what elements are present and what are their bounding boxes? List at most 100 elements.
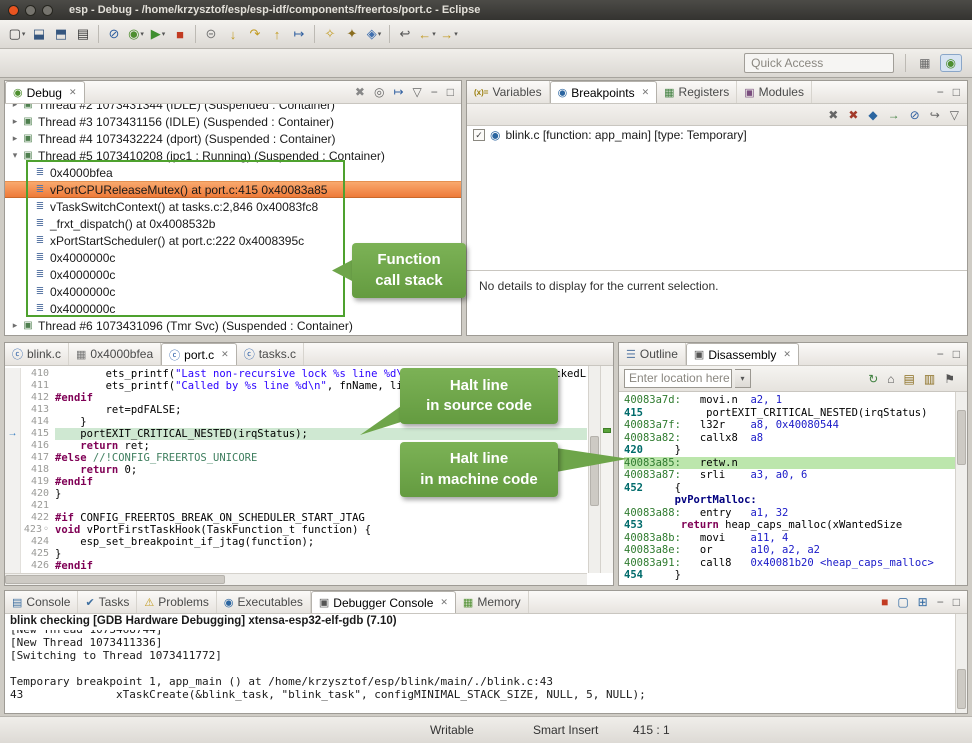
console-tab-executables[interactable]: ◉Executables: [217, 591, 311, 613]
editor-ruler-line[interactable]: [5, 560, 20, 572]
asm-line[interactable]: 415 portEXIT_CRITICAL_NESTED(irqStatus): [624, 407, 955, 420]
expander-icon[interactable]: ▸: [9, 116, 21, 127]
code-line[interactable]: }: [55, 548, 587, 560]
close-icon[interactable]: ✕: [69, 87, 77, 98]
view-menu-icon[interactable]: ▽: [948, 108, 961, 122]
scrollbar-thumb[interactable]: [5, 575, 225, 584]
toolbar-save-all-button[interactable]: ⬒: [50, 23, 72, 45]
location-input[interactable]: Enter location here: [624, 369, 732, 388]
go-to-pc-icon[interactable]: ⌂: [885, 372, 896, 386]
maximize-icon[interactable]: □: [445, 85, 456, 99]
toolbar-disconnect-button[interactable]: ⊝: [200, 23, 222, 45]
debug-tab-debug[interactable]: ◉Debug✕: [5, 81, 85, 103]
editor-ruler-line[interactable]: →: [5, 428, 20, 440]
console-tab-memory[interactable]: ▦Memory: [456, 591, 529, 613]
code-line[interactable]: [55, 500, 587, 512]
asm-line[interactable]: 40083a7d: movi.n a2, 1: [624, 394, 955, 407]
fold-marker-icon[interactable]: ◦: [43, 524, 49, 535]
console-scrollbar[interactable]: [955, 614, 967, 713]
toolbar-search-button[interactable]: ✦: [341, 23, 363, 45]
code-line[interactable]: #if CONFIG_FREERTOS_BREAK_ON_SCHEDULER_S…: [55, 512, 587, 524]
top-right-tab-modules[interactable]: ▣Modules: [737, 81, 812, 103]
remove-selected-breakpoint-icon[interactable]: ✖: [826, 108, 840, 122]
code-line[interactable]: portEXIT_CRITICAL_NESTED(irqStatus);: [55, 428, 587, 440]
annotation-ruler[interactable]: →: [5, 368, 21, 573]
close-icon[interactable]: ✕: [440, 597, 448, 608]
editor-ruler-line[interactable]: [5, 476, 20, 488]
display-selected-console-icon[interactable]: ▢: [895, 595, 910, 609]
expander-icon[interactable]: ▾: [9, 150, 21, 161]
asm-line[interactable]: 40083a85: retw.n: [624, 457, 955, 470]
editor-ruler-line[interactable]: [5, 368, 20, 380]
toolbar-new-button[interactable]: ▢▾: [6, 23, 28, 45]
editor-horizontal-scrollbar[interactable]: [5, 573, 587, 585]
close-icon[interactable]: ✕: [221, 349, 229, 360]
stack-frame-row[interactable]: ≣0x4000000c: [5, 300, 461, 317]
console-tab-problems[interactable]: ⚠Problems: [137, 591, 217, 613]
editor-ruler-line[interactable]: [5, 404, 20, 416]
show-breakpoints-supported-icon[interactable]: ◆: [866, 108, 879, 122]
skip-all-breakpoints-icon[interactable]: ⊘: [908, 108, 922, 122]
maximize-icon[interactable]: □: [951, 347, 962, 361]
disassembly-scrollbar[interactable]: [955, 392, 967, 585]
code-line[interactable]: #endif: [55, 560, 587, 572]
toolbar-external-tools-button[interactable]: ◈▾: [363, 23, 385, 45]
console-tab-debugger-console[interactable]: ▣Debugger Console✕: [311, 591, 456, 613]
breakpoint-item[interactable]: ✓◉blink.c [function: app_main] [type: Te…: [467, 126, 967, 144]
go-to-file-for-breakpoint-icon[interactable]: →: [886, 108, 902, 122]
stack-frame-row[interactable]: ≣vTaskSwitchContext() at tasks.c:2,846 0…: [5, 198, 461, 215]
window-close-button[interactable]: [8, 5, 19, 16]
toolbar-print-button[interactable]: ▤: [72, 23, 94, 45]
view-menu-icon[interactable]: ▽: [411, 85, 424, 99]
thread-row[interactable]: ▸▣Thread #6 1073431096 (Tmr Svc) (Suspen…: [5, 317, 461, 334]
refresh-view-icon[interactable]: ↻: [866, 372, 880, 386]
open-console-icon[interactable]: ⊞: [916, 595, 930, 609]
location-dropdown-button[interactable]: ▾: [735, 369, 751, 388]
top-right-tab-registers[interactable]: ▦Registers: [657, 81, 737, 103]
stack-frame-row[interactable]: ≣_frxt_dispatch() at 0x4008532b: [5, 215, 461, 232]
scrollbar-thumb[interactable]: [957, 410, 966, 465]
remove-all-terminated-icon[interactable]: ✖: [353, 85, 367, 99]
thread-row[interactable]: ▸▣Thread #4 1073432224 (dport) (Suspende…: [5, 130, 461, 147]
terminate-icon[interactable]: ■: [879, 595, 890, 609]
editor-ruler-line[interactable]: [5, 500, 20, 512]
close-icon[interactable]: ✕: [642, 87, 650, 98]
scrollbar-thumb[interactable]: [590, 436, 599, 506]
minimize-icon[interactable]: −: [935, 347, 946, 361]
toolbar-instruction-stepping-button[interactable]: ↦: [288, 23, 310, 45]
expander-icon[interactable]: ▸: [9, 320, 21, 331]
editor-ruler-line[interactable]: [5, 536, 20, 548]
overview-ruler[interactable]: [600, 366, 613, 573]
editor-tab-blink-c[interactable]: ⓒblink.c: [5, 343, 69, 365]
editor-tab-tasks-c[interactable]: ⓒtasks.c: [237, 343, 304, 365]
asm-line[interactable]: 40083a8e: or a10, a2, a2: [624, 544, 955, 557]
editor-ruler-line[interactable]: [5, 392, 20, 404]
console-output[interactable]: [New Thread 1073468744][New Thread 10734…: [5, 630, 955, 711]
toolbar-forward-button[interactable]: →▾: [438, 23, 460, 45]
step-filters-icon[interactable]: ↦: [391, 85, 405, 99]
toolbar-step-over-button[interactable]: ↷: [244, 23, 266, 45]
editor-ruler-line[interactable]: [5, 524, 20, 536]
editor-ruler-line[interactable]: [5, 440, 20, 452]
right-tab-outline[interactable]: ☰Outline: [619, 343, 686, 365]
expander-icon[interactable]: ▸: [9, 133, 21, 144]
toolbar-skip-all-breakpoints-button[interactable]: ⊘: [103, 23, 125, 45]
toolbar-terminate-button[interactable]: ■: [169, 23, 191, 45]
asm-line[interactable]: 40083a82: callx8 a8: [624, 432, 955, 445]
thread-row[interactable]: ▸▣Thread #3 1073431156 (IDLE) (Suspended…: [5, 113, 461, 130]
console-tab-console[interactable]: ▤Console: [5, 591, 78, 613]
toolbar-use-step-filters-button[interactable]: ✧: [319, 23, 341, 45]
top-right-tab-variables[interactable]: (x)=Variables: [467, 81, 550, 103]
stack-frame-row[interactable]: ≣vPortCPUReleaseMutex() at port.c:415 0x…: [5, 181, 461, 198]
editor-ruler-line[interactable]: [5, 416, 20, 428]
maximize-icon[interactable]: □: [951, 85, 962, 99]
editor-ruler-line[interactable]: [5, 380, 20, 392]
toolbar-save-button[interactable]: ⬓: [28, 23, 50, 45]
quick-access-input[interactable]: Quick Access: [744, 53, 894, 73]
minimize-icon[interactable]: −: [935, 595, 946, 609]
show-source-icon[interactable]: ▥: [922, 372, 937, 386]
toolbar-last-edit-location-button[interactable]: ↩: [394, 23, 416, 45]
editor-tab-port-c[interactable]: ⓒport.c✕: [161, 343, 237, 365]
top-right-tab-breakpoints[interactable]: ◉Breakpoints✕: [550, 81, 658, 103]
scrollbar-thumb[interactable]: [957, 669, 966, 709]
